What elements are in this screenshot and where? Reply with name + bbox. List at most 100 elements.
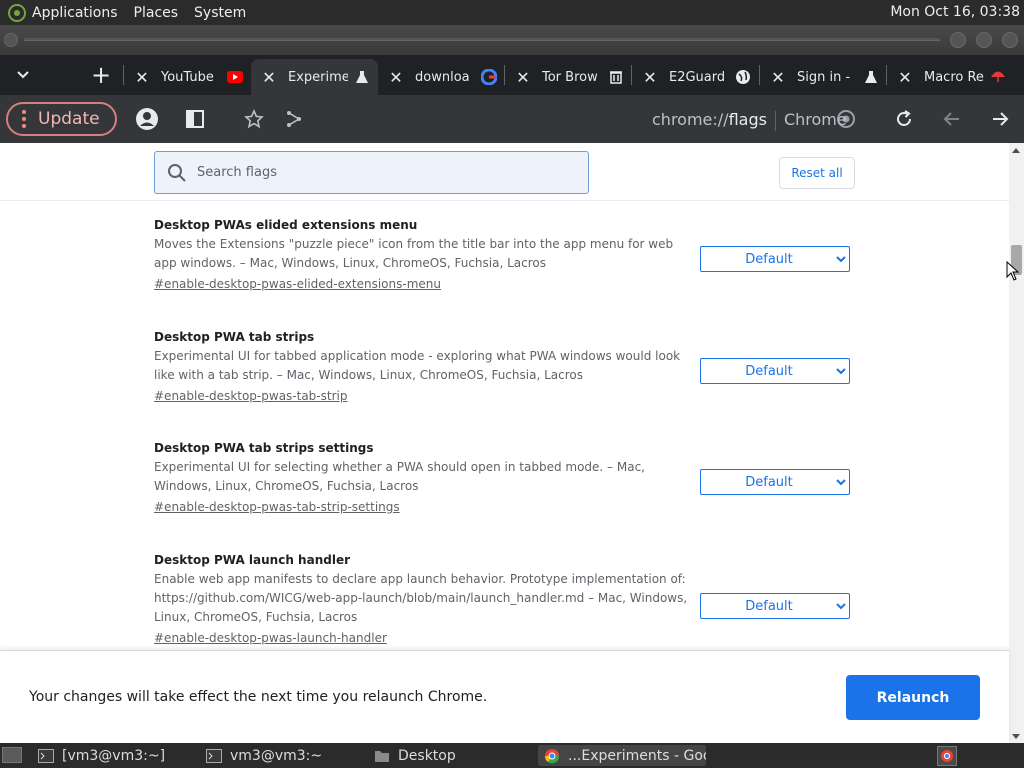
tab-separator [759, 65, 760, 85]
browser-tab[interactable]: ✕ Experime [251, 59, 378, 95]
flag-description: Moves the Extensions "puzzle piece" icon… [154, 237, 674, 270]
flag-title: Desktop PWA tab strips [154, 330, 315, 344]
flag-title: Desktop PWA tab strips settings [154, 441, 374, 455]
tab-separator [504, 65, 505, 85]
menu-system[interactable]: System [194, 5, 246, 21]
browser-tab[interactable]: ✕ E2Guard [632, 59, 759, 95]
browser-tab[interactable]: ✕ Macro Re [887, 59, 1014, 95]
google-icon [481, 69, 497, 85]
url-host: flags [728, 110, 767, 129]
reload-icon[interactable] [892, 107, 916, 131]
tab-close-icon[interactable]: ✕ [133, 68, 151, 87]
distro-logo-icon[interactable] [8, 3, 26, 22]
flask-icon [863, 69, 879, 85]
update-label: Update [38, 109, 100, 129]
tab-separator [886, 65, 887, 85]
forward-arrow-icon[interactable] [988, 107, 1012, 131]
browser-tab[interactable]: ✕ downloa [378, 59, 505, 95]
search-flags-input[interactable] [197, 165, 577, 180]
flag-entry: Desktop PWA launch handler Enable web app… [154, 553, 854, 646]
tab-title: E2Guard [669, 69, 726, 85]
back-arrow-icon[interactable] [940, 107, 964, 131]
folder-icon [374, 749, 390, 763]
flag-anchor-link[interactable]: #enable-desktop-pwas-tab-strip [154, 389, 347, 403]
tab-separator [631, 65, 632, 85]
titlebar-groove [24, 38, 940, 41]
scroll-down-arrow-icon[interactable] [1012, 734, 1020, 739]
taskbar-window-button[interactable]: ...Experiments - Goog [538, 745, 706, 766]
tab-close-icon[interactable]: ✕ [260, 68, 278, 87]
browser-tab[interactable]: ✕ Tor Brow [505, 59, 632, 95]
reset-all-button[interactable]: Reset all [779, 157, 855, 189]
window-menu-icon[interactable] [4, 33, 18, 47]
browser-name-label: Chrome [783, 110, 847, 129]
tab-separator [123, 65, 124, 85]
taskbar-window-button[interactable]: [vm3@vm3:~] [32, 745, 192, 766]
clock[interactable]: Mon Oct 16, 03:38 [890, 4, 1020, 20]
tab-title: Tor Brow [542, 69, 598, 85]
update-button[interactable]: Update [6, 102, 117, 136]
flag-description: Experimental UI for selecting whether a … [154, 460, 645, 493]
tab-close-icon[interactable]: ✕ [641, 68, 659, 87]
flag-state-select[interactable]: Default [700, 593, 850, 619]
flag-entry: Desktop PWA tab strips Experimental UI fo… [154, 330, 854, 404]
side-panel-icon[interactable] [183, 107, 207, 131]
tab-close-icon[interactable]: ✕ [514, 68, 532, 87]
flag-anchor-link[interactable]: #enable-desktop-pwas-elided-extensions-m… [154, 277, 441, 291]
relaunch-message: Your changes will take effect the next t… [29, 689, 488, 705]
bottom-panel: [vm3@vm3:~] vm3@vm3:~ Desktop ...Experiment… [0, 743, 1024, 768]
close-window-button[interactable] [1002, 32, 1018, 48]
terminal-icon [206, 748, 222, 763]
vertical-scrollbar[interactable] [1009, 143, 1024, 743]
top-panel: Applications Places System Mon Oct 16, 0… [0, 0, 1024, 25]
flag-entry: Desktop PWAs elided extensions menu Moves… [154, 218, 854, 292]
flag-description: Enable web app manifests to declare app … [154, 572, 688, 624]
flag-state-select[interactable]: Default [700, 469, 850, 495]
menu-applications[interactable]: Applications [32, 5, 118, 21]
share-icon[interactable] [282, 107, 306, 131]
flag-anchor-link[interactable]: #enable-desktop-pwas-launch-handler [154, 631, 387, 645]
tab-title: downloa [415, 69, 470, 85]
flag-title: Desktop PWA launch handler [154, 553, 351, 567]
window-titlebar[interactable] [0, 25, 1024, 55]
terminal-icon [38, 748, 54, 763]
profile-avatar-icon[interactable] [135, 107, 159, 131]
minimize-button[interactable] [950, 32, 966, 48]
show-desktop-icon[interactable] [2, 747, 22, 763]
globe-icon [735, 69, 751, 85]
chrome-icon [544, 748, 560, 763]
flag-anchor-link[interactable]: #enable-desktop-pwas-tab-strip-settings [154, 500, 400, 514]
flag-state-select[interactable]: Default [700, 246, 850, 272]
tab-title: Sign in - [797, 69, 851, 85]
browser-toolbar: Update [0, 95, 1024, 143]
taskbar-window-button[interactable]: Desktop [368, 745, 528, 766]
flask-icon [354, 69, 370, 85]
tab-close-icon[interactable]: ✕ [387, 68, 405, 87]
search-box[interactable] [154, 151, 589, 194]
tab-close-icon[interactable]: ✕ [896, 68, 914, 87]
flag-state-select[interactable]: Default [700, 358, 850, 384]
trash-icon [608, 69, 624, 85]
mouse-pointer-icon [1006, 261, 1020, 281]
taskbar-window-button[interactable]: vm3@vm3:~ [200, 745, 360, 766]
flag-entry: Desktop PWA tab strips settings Experimen… [154, 441, 854, 515]
new-tab-plus-icon[interactable]: + [90, 61, 112, 89]
tab-close-icon[interactable]: ✕ [769, 68, 787, 87]
url-scheme: chrome:// [652, 110, 729, 129]
relaunch-button[interactable]: Relaunch [846, 675, 980, 720]
bookmark-star-icon[interactable] [242, 107, 266, 131]
scroll-up-arrow-icon[interactable] [1012, 148, 1020, 153]
search-header: Reset all [0, 143, 1009, 201]
omnibox-divider [774, 110, 776, 131]
tab-strip: + ✕ YouTube ✕ Experime ✕ downloa ✕ Tor Brow ✕ E2G… [0, 55, 1024, 95]
menu-places[interactable]: Places [134, 5, 179, 21]
browser-tab[interactable]: ✕ Sign in - [760, 59, 887, 95]
tab-title: Experime [288, 69, 348, 85]
address-bar[interactable]: chrome://flags Chrome [652, 110, 847, 131]
maximize-button[interactable] [976, 32, 992, 48]
browser-tab[interactable]: ✕ YouTube [124, 59, 251, 95]
taskbar-window-label: [vm3@vm3:~] [62, 747, 166, 764]
flag-description: Experimental UI for tabbed application m… [154, 349, 681, 382]
tab-search-chevron-down-icon[interactable] [14, 67, 32, 83]
workspace-chrome-icon[interactable] [937, 746, 957, 766]
